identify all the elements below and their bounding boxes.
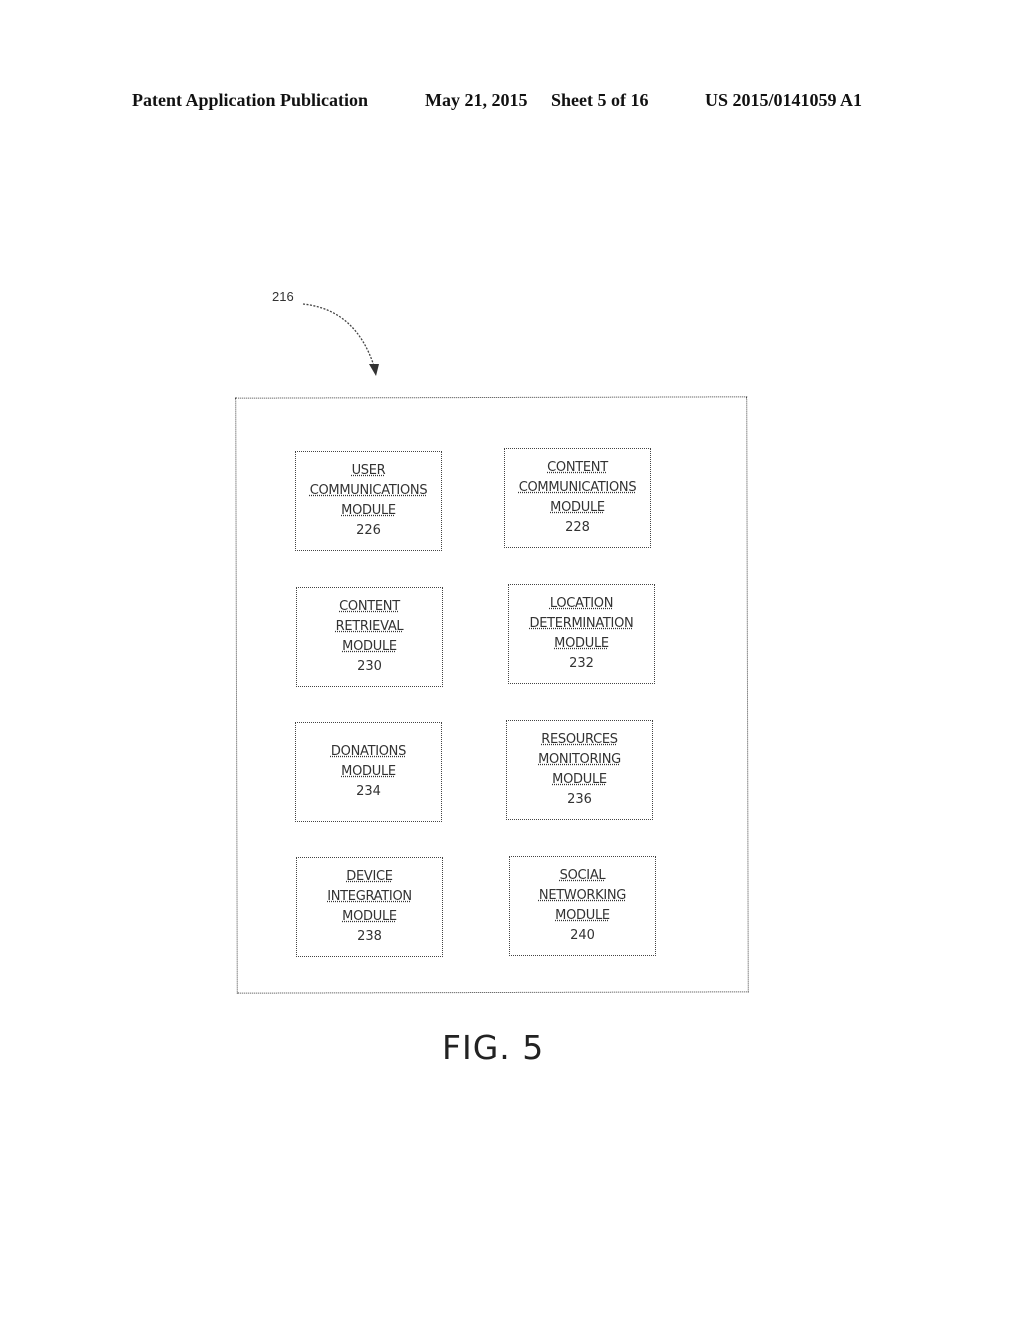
donations-module: DONATIONS MODULE 234 <box>295 722 442 822</box>
module-ref-number: 230 <box>357 659 382 674</box>
social-networking-module: SOCIAL NETWORKING MODULE 240 <box>509 856 656 956</box>
module-label-line: CONTENT <box>339 599 400 614</box>
module-ref-number: 240 <box>570 928 595 943</box>
device-integration-module: DEVICE INTEGRATION MODULE 238 <box>296 857 443 957</box>
module-label-line: INTEGRATION <box>327 889 412 904</box>
module-label-line: CONTENT <box>547 460 608 475</box>
module-label-line: DONATIONS <box>330 744 407 759</box>
module-label-line: NETWORKING <box>538 888 627 903</box>
module-ref-number: 236 <box>567 792 592 807</box>
user-communications-module: USER COMMUNICATIONS MODULE 226 <box>295 451 442 551</box>
module-label-line: RESOURCES <box>541 732 618 747</box>
module-label-line: DETERMINATION <box>529 616 634 631</box>
module-label-line: SOCIAL <box>559 868 606 883</box>
location-determination-module: LOCATION DETERMINATION MODULE 232 <box>508 584 655 684</box>
module-label-line: LOCATION <box>549 596 614 611</box>
content-retrieval-module: CONTENT RETRIEVAL MODULE 230 <box>296 587 443 687</box>
module-label-line: MODULE <box>342 639 397 654</box>
module-label-line: MODULE <box>341 764 396 779</box>
module-label-line: COMMUNICATIONS <box>309 483 428 498</box>
content-communications-module: CONTENT COMMUNICATIONS MODULE 228 <box>504 448 651 548</box>
module-ref-number: 228 <box>565 520 590 535</box>
module-label-line: MODULE <box>341 503 396 518</box>
module-ref-number: 226 <box>356 523 381 538</box>
module-label-line: MONITORING <box>538 752 621 767</box>
module-label-line: MODULE <box>342 909 397 924</box>
module-ref-number: 232 <box>569 656 594 671</box>
module-label-line: MODULE <box>555 908 610 923</box>
module-label-line: COMMUNICATIONS <box>518 480 637 495</box>
resources-monitoring-module: RESOURCES MONITORING MODULE 236 <box>506 720 653 820</box>
module-label-line: USER <box>351 463 386 478</box>
module-label-line: MODULE <box>552 772 607 787</box>
module-label-line: DEVICE <box>346 869 393 884</box>
reference-arrow-head <box>369 364 379 376</box>
module-ref-number: 234 <box>356 784 381 799</box>
reference-arrow-curve <box>302 303 375 367</box>
module-label-line: MODULE <box>550 500 605 515</box>
module-ref-number: 238 <box>357 929 382 944</box>
module-label-line: MODULE <box>554 636 609 651</box>
figure-caption: FIG. 5 <box>442 1028 545 1067</box>
module-label-line: RETRIEVAL <box>335 619 404 634</box>
